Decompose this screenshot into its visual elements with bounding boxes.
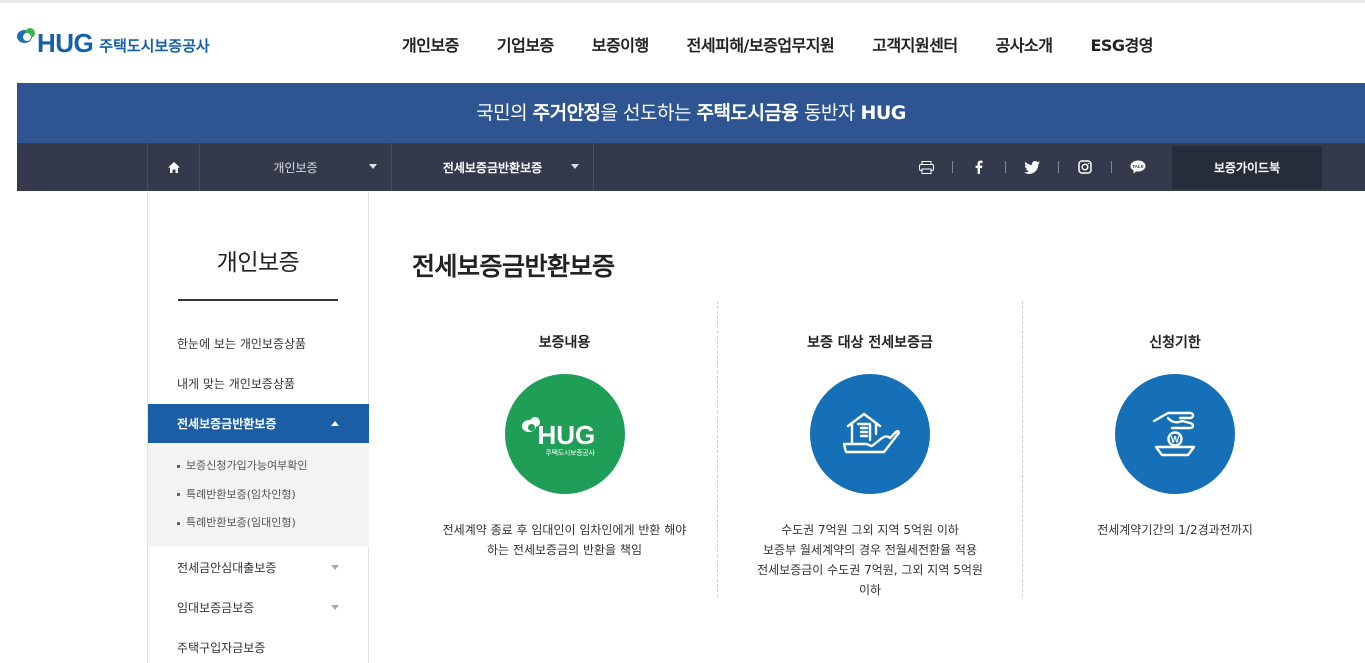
hug-circle-icon: HUG 주택도시보증공사 bbox=[504, 374, 625, 494]
sidebar-title: 개인보증 bbox=[216, 250, 300, 276]
caret-down-icon bbox=[331, 605, 339, 610]
breadcrumb-dropdown-level1[interactable]: 개인보증 bbox=[200, 143, 392, 191]
sidebar-item-overview[interactable]: 한눈에 보는 개인보증상품 bbox=[148, 324, 369, 363]
hug-logo-icon bbox=[17, 27, 47, 52]
sidebar-item-home-purchase[interactable]: 주택구입자금보증 bbox=[148, 628, 369, 663]
info-column-application-deadline: 신청기한 W 전세계약기간의 1/2경과전까지 bbox=[1022, 301, 1327, 597]
column-title: 보증내용 bbox=[538, 335, 591, 351]
info-column-guarantee-content: 보증내용 HUG 주택도시보증공사 전세계약 종료 후 임대인이 임차인에게 반… bbox=[412, 301, 717, 597]
nav-company-intro[interactable]: 공사소개 bbox=[996, 32, 1053, 56]
submenu-item-special-landlord[interactable]: 특례반환보증(임대인형) bbox=[177, 514, 369, 543]
location-bar: 개인보증 전세보증금반환보증 TALK 보증가이드북 bbox=[17, 143, 1365, 191]
house-hand-icon bbox=[810, 374, 930, 494]
column-title: 보증 대상 전세보증금 bbox=[807, 335, 933, 351]
instagram-icon[interactable] bbox=[1072, 157, 1098, 177]
sidebar-submenu: 보증신청가입가능여부확인 특례반환보증(임차인형) 특례반환보증(임대인형) bbox=[148, 443, 369, 547]
caret-down-icon bbox=[571, 164, 579, 169]
submenu-item-special-tenant[interactable]: 특례반환보증(임차인형) bbox=[177, 486, 369, 515]
print-icon[interactable] bbox=[913, 157, 939, 177]
share-icons: TALK bbox=[913, 143, 1151, 191]
nav-customer-center[interactable]: 고객지원센터 bbox=[872, 32, 958, 56]
column-description: 수도권 7억원 그외 지역 5억원 이하 보증부 월세계약의 경우 전월세전환율… bbox=[757, 523, 983, 597]
home-icon bbox=[167, 161, 180, 173]
main-nav: 개인보증 기업보증 보증이행 전세피해/보증업무지원 고객지원센터 공사소개 E… bbox=[402, 32, 1191, 56]
facebook-icon[interactable] bbox=[966, 157, 992, 177]
guidebook-button[interactable]: 보증가이드북 bbox=[1172, 146, 1322, 189]
breadcrumb-dropdown-level2[interactable]: 전세보증금반환보증 bbox=[392, 143, 594, 191]
logo-subtitle: 주택도시보증공사 bbox=[99, 37, 210, 55]
sidebar-item-rental-deposit[interactable]: 임대보증금보증 bbox=[148, 588, 369, 627]
submenu-item-eligibility-check[interactable]: 보증신청가입가능여부확인 bbox=[177, 457, 369, 486]
hand-coin-icon: W bbox=[1115, 374, 1235, 494]
sidebar: 개인보증 한눈에 보는 개인보증상품 내게 맞는 개인보증상품 전세보증금반환보… bbox=[147, 191, 369, 663]
column-description: 전세계약 종료 후 임대인이 임차인에게 반환 해야 하는 전세보증금의 반환을… bbox=[442, 523, 687, 557]
sidebar-item-jeonse-return[interactable]: 전세보증금반환보증 bbox=[148, 404, 369, 443]
caret-up-icon bbox=[331, 421, 339, 426]
svg-text:W: W bbox=[1171, 435, 1180, 445]
nav-jeonse-damage-support[interactable]: 전세피해/보증업무지원 bbox=[687, 32, 835, 56]
caret-down-icon bbox=[331, 565, 339, 570]
column-description: 전세계약기간의 1/2경과전까지 bbox=[1097, 523, 1253, 537]
sidebar-item-recommend[interactable]: 내게 맞는 개인보증상품 bbox=[148, 364, 369, 403]
kakaotalk-icon[interactable]: TALK bbox=[1125, 157, 1151, 177]
nav-guarantee-fulfillment[interactable]: 보증이행 bbox=[592, 32, 649, 56]
caret-down-icon bbox=[369, 164, 377, 169]
info-column-target-deposit: 보증 대상 전세보증금 수도권 7억원 그외 지역 5억원 이하 보증부 월세계… bbox=[717, 301, 1022, 597]
home-button[interactable] bbox=[147, 143, 200, 191]
top-border bbox=[0, 0, 1365, 3]
svg-text:TALK: TALK bbox=[1132, 164, 1144, 169]
sidebar-divider bbox=[178, 299, 338, 301]
nav-esg[interactable]: ESG경영 bbox=[1090, 32, 1153, 56]
nav-corporate-guarantee[interactable]: 기업보증 bbox=[497, 32, 554, 56]
column-title: 신청기한 bbox=[1149, 335, 1201, 351]
hug-logo[interactable]: HUG 주택도시보증공사 bbox=[17, 20, 210, 59]
nav-personal-guarantee[interactable]: 개인보증 bbox=[402, 32, 459, 56]
twitter-icon[interactable] bbox=[1019, 157, 1045, 177]
sidebar-item-safe-loan[interactable]: 전세금안심대출보증 bbox=[148, 548, 369, 587]
page-title: 전세보증금반환보증 bbox=[412, 252, 615, 281]
slogan-banner: 국민의 주거안정을 선도하는 주택도시금융 동반자 HUG bbox=[17, 83, 1365, 143]
